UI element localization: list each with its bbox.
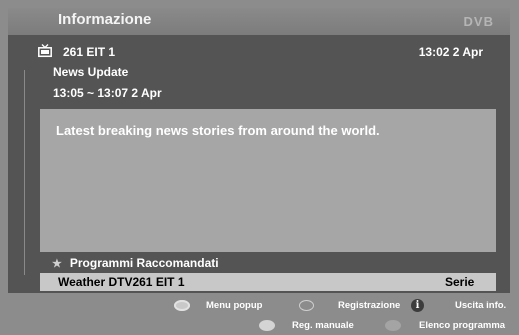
recommended-heading: ★ Programmi Raccomandati bbox=[52, 256, 219, 270]
recommended-heading-label: Programmi Raccomandati bbox=[69, 256, 219, 270]
program-title: News Update bbox=[53, 65, 129, 79]
yellow-button-icon bbox=[259, 320, 275, 331]
panel-title: Informazione bbox=[58, 11, 152, 28]
title-bar: Informazione DVB bbox=[8, 8, 510, 35]
program-description: Latest breaking news stories from around… bbox=[56, 123, 380, 138]
side-divider bbox=[24, 70, 25, 275]
exit-info-hint[interactable]: Uscita info. bbox=[455, 300, 506, 311]
info-panel: Informazione DVB 261 EIT 1 13:02 2 Apr N… bbox=[8, 8, 510, 293]
description-box: Latest breaking news stories from around… bbox=[40, 109, 496, 252]
dvb-logo-text: DVB bbox=[463, 14, 494, 29]
recommended-item[interactable]: Weather DTV261 EIT 1 Serie bbox=[40, 273, 496, 291]
tv-icon bbox=[38, 44, 52, 58]
current-time: 13:02 2 Apr bbox=[418, 45, 483, 59]
star-icon: ★ bbox=[52, 258, 62, 270]
red-button-icon bbox=[174, 300, 190, 311]
registration-hint[interactable]: Registrazione bbox=[338, 300, 400, 311]
program-list-hint[interactable]: Elenco programma bbox=[419, 320, 505, 331]
channel-label: 261 EIT 1 bbox=[63, 45, 116, 59]
recommended-item-name: Weather DTV261 EIT 1 bbox=[58, 275, 185, 289]
blue-button-icon bbox=[385, 320, 401, 331]
dvb-logo: DVB bbox=[464, 14, 494, 29]
menu-popup-hint[interactable]: Menu popup bbox=[206, 300, 262, 311]
program-time-range: 13:05 ~ 13:07 2 Apr bbox=[53, 86, 162, 100]
recommended-item-type: Serie bbox=[445, 275, 475, 289]
green-button-icon bbox=[299, 300, 314, 311]
button-guide: Menu popup Registrazione i Uscita info. … bbox=[0, 296, 519, 335]
info-button-icon: i bbox=[411, 299, 424, 312]
manual-recording-hint[interactable]: Reg. manuale bbox=[292, 320, 354, 331]
